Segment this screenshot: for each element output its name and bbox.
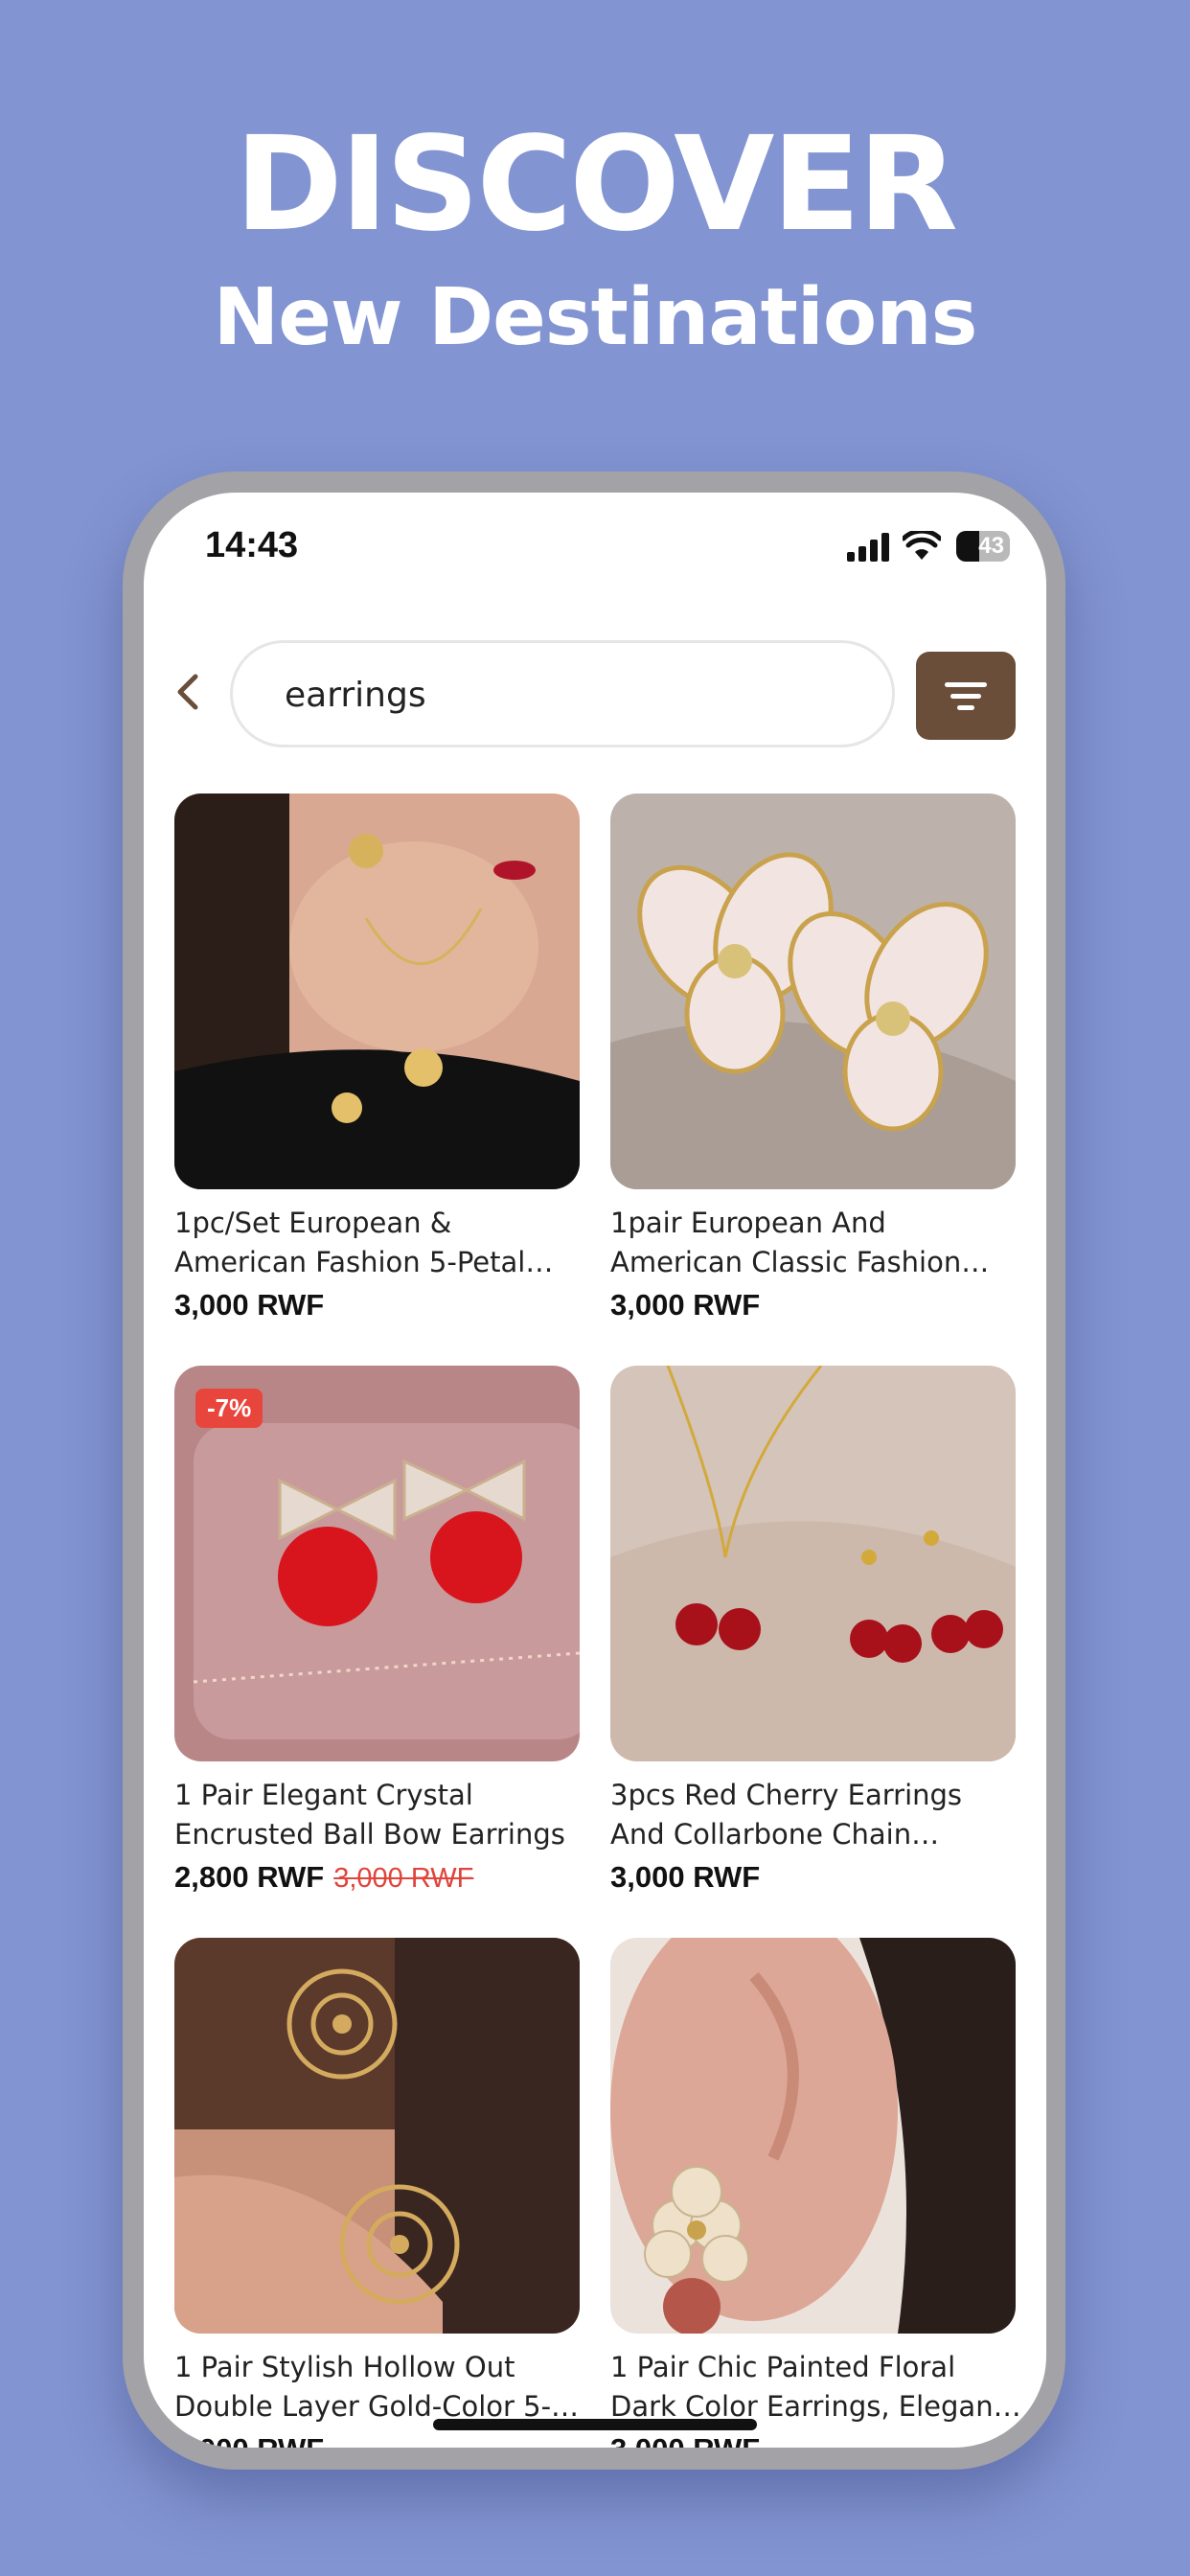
back-chevron-icon[interactable]	[169, 671, 211, 713]
product-price: 3,000 RWF	[610, 1860, 760, 1895]
wifi-icon	[903, 531, 941, 560]
product-price: 3,000 RWF	[174, 2432, 324, 2448]
cellular-signal-icon	[847, 533, 889, 562]
price-value: 3,000 RWF	[610, 1860, 761, 1894]
product-price: 2,800 RWF 3,000 RWF	[174, 1860, 473, 1895]
price-value: 3,000 RWF	[610, 1288, 761, 1322]
product-price: 3,000 RWF	[174, 1288, 324, 1322]
filter-icon	[945, 682, 987, 687]
status-time: 14:43	[205, 525, 299, 565]
search-input[interactable]	[283, 664, 842, 725]
product-title[interactable]: 1 Pair Stylish Hollow Out Double Layer G…	[174, 2348, 586, 2426]
battery-level: 43	[978, 533, 1004, 559]
battery-icon: 43	[956, 531, 1010, 562]
product-image[interactable]	[610, 1366, 1016, 1761]
price-value: 3,000 RWF	[174, 1288, 325, 1322]
product-price: 3,000 RWF	[610, 1288, 760, 1322]
price-value: 3,000 RWF	[174, 2432, 324, 2448]
product-image[interactable]	[610, 794, 1016, 1189]
product-image[interactable]	[174, 794, 580, 1189]
app-screen: 14:43 43 earrings 1pc/Set European & Ame…	[144, 493, 1046, 2448]
filter-button[interactable]	[916, 652, 1016, 740]
product-image[interactable]	[174, 1938, 580, 2334]
search-bar[interactable]	[230, 640, 895, 748]
product-image[interactable]: -7%	[174, 1366, 580, 1761]
promo-title: DISCOVER	[234, 109, 958, 261]
promo-subtitle: New Destinations	[213, 272, 978, 363]
original-price: 3,000 RWF	[333, 1863, 474, 1894]
product-title[interactable]: 3pcs Red Cherry Earrings And Collarbone …	[610, 1776, 1022, 1854]
price-value: 2,800 RWF	[174, 1860, 325, 1894]
price-value: 3,000 RWF	[610, 2432, 760, 2448]
product-image[interactable]	[610, 1938, 1016, 2334]
product-title[interactable]: 1 Pair Elegant Crystal Encrusted Ball Bo…	[174, 1776, 586, 1854]
home-indicator[interactable]	[433, 2419, 757, 2430]
product-title[interactable]: 1pc/Set European & American Fashion 5-Pe…	[174, 1204, 586, 1282]
product-title[interactable]: 1pair European And American Classic Fash…	[610, 1204, 1022, 1282]
status-icons: 43	[847, 531, 1010, 569]
discount-badge: -7%	[195, 1389, 263, 1428]
product-price: 3,000 RWF	[610, 2432, 760, 2448]
product-title[interactable]: 1 Pair Chic Painted Floral Dark Color Ea…	[610, 2348, 1022, 2426]
